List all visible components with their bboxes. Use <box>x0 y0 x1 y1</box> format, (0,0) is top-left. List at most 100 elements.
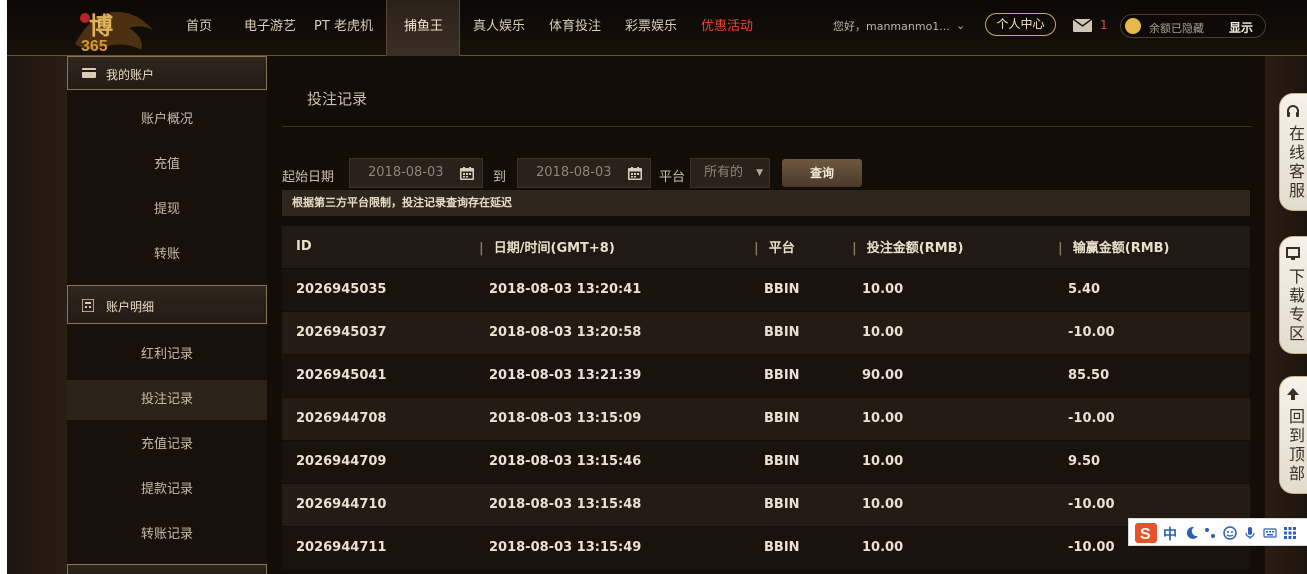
sidebar-item-bet-records[interactable]: 投注记录 <box>67 380 267 420</box>
emoji-icon[interactable] <box>1223 526 1237 540</box>
sidebar-item-account-overview[interactable]: 账户概况 <box>67 100 267 140</box>
nav-promotions[interactable]: 优惠活动 <box>688 0 764 56</box>
cell-id: 2026944710 <box>282 482 465 526</box>
cell-datetime: 2018-08-03 13:15:46 <box>465 439 740 483</box>
sidebar-item-deposit-records[interactable]: 充值记录 <box>67 425 267 465</box>
headset-icon <box>1287 105 1299 117</box>
punctuation-icon[interactable] <box>1203 526 1217 540</box>
calculator-icon <box>82 299 94 312</box>
nav-electronic-games[interactable]: 电子游艺 <box>227 0 306 56</box>
grid-menu-icon[interactable] <box>1283 526 1297 540</box>
mail-count-badge: 1 <box>1100 18 1108 32</box>
cell-id: 2026944709 <box>282 439 465 483</box>
cell-datetime: 2018-08-03 13:15:48 <box>465 482 740 526</box>
table-row: 2026944711 2018-08-03 13:15:49 BBIN 10.0… <box>282 525 1250 569</box>
rail-label: 在线客服 <box>1289 124 1306 200</box>
arrow-up-icon <box>1287 388 1299 400</box>
query-button[interactable]: 查询 <box>782 159 862 187</box>
left-background <box>7 56 67 574</box>
table-row: 2026944709 2018-08-03 13:15:46 BBIN 10.0… <box>282 439 1250 483</box>
moon-icon[interactable] <box>1185 526 1199 540</box>
cell-id: 2026944711 <box>282 525 465 569</box>
coin-icon <box>1125 18 1141 34</box>
cell-platform: BBIN <box>740 482 838 526</box>
mail-icon[interactable] <box>1073 19 1092 32</box>
start-date-value: 2018-08-03 <box>368 165 444 180</box>
show-balance-button[interactable]: 显示 <box>1229 19 1253 36</box>
table-row: 2026944710 2018-08-03 13:15:48 BBIN 10.0… <box>282 482 1250 526</box>
svg-text:365: 365 <box>81 38 108 54</box>
to-label: 到 <box>493 170 507 185</box>
table-row: 2026945041 2018-08-03 13:21:39 BBIN 90.0… <box>282 353 1250 397</box>
nav-lottery[interactable]: 彩票娱乐 <box>612 0 688 56</box>
card-icon <box>82 68 96 78</box>
nav-home[interactable]: 首页 <box>167 0 227 56</box>
rail-label: 回到顶部 <box>1289 407 1306 483</box>
rail-back-to-top[interactable]: 回到顶部 <box>1279 376 1307 494</box>
svg-text:博: 博 <box>89 13 113 40</box>
sidebar-head-account-details[interactable]: 账户明细 <box>67 285 267 324</box>
rail-customer-service[interactable]: 在线客服 <box>1279 93 1307 211</box>
calendar-icon[interactable] <box>628 167 642 180</box>
cell-bet-amount: 10.00 <box>838 310 1044 354</box>
platform-select-value: 所有的 <box>704 165 744 180</box>
sidebar-head-label: 我的账户 <box>106 68 155 82</box>
nav-live-casino[interactable]: 真人娱乐 <box>460 0 536 56</box>
sidebar-head-label: 账户明细 <box>106 300 155 314</box>
cell-id: 2026945037 <box>282 310 465 354</box>
column-header-win-loss: | 输赢金额(RMB) <box>1044 226 1250 268</box>
cell-platform: BBIN <box>740 310 838 354</box>
end-date-input[interactable]: 2018-08-03 <box>517 158 651 188</box>
cell-platform: BBIN <box>740 396 838 440</box>
cell-bet-amount: 10.00 <box>838 525 1044 569</box>
cell-datetime: 2018-08-03 13:21:39 <box>465 353 740 397</box>
sidebar-item-deposit[interactable]: 充值 <box>67 145 267 185</box>
rail-download[interactable]: 下载专区 <box>1279 236 1307 354</box>
table-header-row: ID | 日期/时间(GMT+8) | 平台 | 投注金额(RMB) | 输赢金额(RM… <box>282 226 1250 268</box>
ime-language-toggle[interactable]: 中 <box>1163 524 1177 544</box>
sidebar-head-my-account[interactable]: 我的账户 <box>67 56 267 90</box>
dropdown-arrow-icon: ▼ <box>756 168 763 178</box>
sidebar-head-next[interactable] <box>67 564 267 574</box>
sidebar-item-transfer[interactable]: 转账 <box>67 235 267 275</box>
platform-select[interactable]: 所有的 ▼ <box>690 158 770 188</box>
cell-bet-amount: 10.00 <box>838 396 1044 440</box>
user-greeting[interactable]: 您好，manmanmo1... <box>833 18 950 34</box>
page-title: 投注记录 <box>307 90 368 108</box>
nav-pt-slots[interactable]: PT 老虎机 <box>306 0 386 56</box>
site-logo[interactable]: 博 365 <box>71 4 157 54</box>
calendar-icon[interactable] <box>460 167 474 180</box>
sidebar-item-withdraw-records[interactable]: 提款记录 <box>67 470 267 510</box>
personal-center-button[interactable]: 个人中心 <box>985 13 1056 36</box>
nav-sports[interactable]: 体育投注 <box>536 0 612 56</box>
cell-datetime: 2018-08-03 13:20:58 <box>465 310 740 354</box>
sidebar-item-transfer-records[interactable]: 转账记录 <box>67 515 267 555</box>
sidebar-item-withdraw[interactable]: 提现 <box>67 190 267 230</box>
chevron-down-icon[interactable]: ⌄ <box>956 19 965 32</box>
sogou-logo-icon[interactable]: S <box>1133 521 1159 545</box>
cell-bet-amount: 10.00 <box>838 267 1044 311</box>
keyboard-icon[interactable] <box>1263 526 1277 540</box>
cell-win-loss: 5.40 <box>1044 267 1250 311</box>
sidebar-item-bonus-records[interactable]: 红利记录 <box>67 335 267 375</box>
cell-platform: BBIN <box>740 439 838 483</box>
main-content: 投注记录 起始日期 2018-08-03 到 2018-08-03 平台 所有的… <box>267 56 1265 574</box>
column-header-id: ID <box>282 226 465 268</box>
filter-bar: 起始日期 2018-08-03 到 2018-08-03 平台 所有的 ▼ 查询 <box>282 158 1262 188</box>
cell-win-loss: -10.00 <box>1044 310 1250 354</box>
title-divider <box>282 126 1252 127</box>
cell-win-loss: -10.00 <box>1044 396 1250 440</box>
microphone-icon[interactable] <box>1243 526 1257 540</box>
page: 博 365 首页 电子游艺 PT 老虎机 捕鱼王 真人娱乐 体育投注 彩票娱乐 … <box>7 0 1307 574</box>
table-row: 2026945037 2018-08-03 13:20:58 BBIN 10.0… <box>282 310 1250 354</box>
account-sidebar: 我的账户 账户概况 充值 提现 转账 账户明细 红利记录 投注记录 充值记录 提… <box>67 56 267 574</box>
cell-win-loss: 9.50 <box>1044 439 1250 483</box>
cell-datetime: 2018-08-03 13:15:49 <box>465 525 740 569</box>
table-row: 2026945035 2018-08-03 13:20:41 BBIN 10.0… <box>282 267 1250 311</box>
start-date-input[interactable]: 2018-08-03 <box>349 158 483 188</box>
nav-fishing-king[interactable]: 捕鱼王 <box>385 0 460 56</box>
cell-platform: BBIN <box>740 525 838 569</box>
delay-notice: 根据第三方平台限制，投注记录查询存在延迟 <box>282 190 1250 216</box>
svg-text:S: S <box>1140 526 1151 543</box>
main-nav: 首页 电子游艺 PT 老虎机 捕鱼王 真人娱乐 体育投注 彩票娱乐 优惠活动 <box>167 0 764 56</box>
